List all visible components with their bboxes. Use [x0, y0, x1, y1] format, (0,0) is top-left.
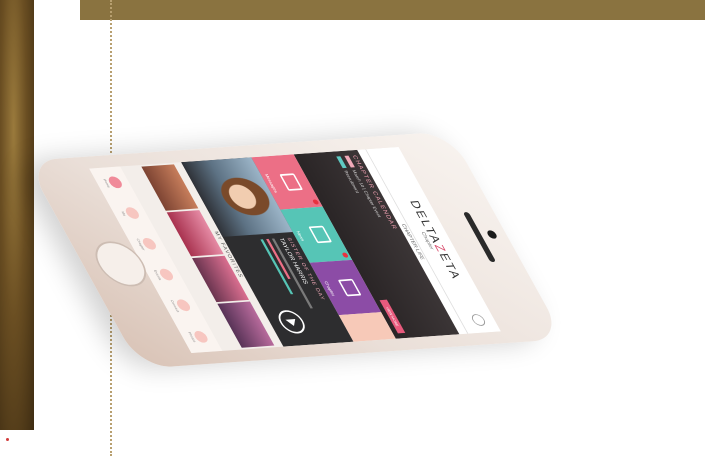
- folder-icon: [337, 278, 362, 297]
- notification-badge: [341, 252, 349, 258]
- phone-mockup: DELTAZETA Chapter CHAPTER LIFE CHAPTER C…: [25, 131, 565, 369]
- dock-item-home[interactable]: Home: [102, 176, 125, 189]
- dock-item-connect[interactable]: Connect: [170, 299, 193, 312]
- settings-icon[interactable]: [469, 313, 488, 327]
- dock-item-events[interactable]: Events: [153, 268, 176, 281]
- dock-item-me[interactable]: Me: [119, 206, 142, 220]
- top-accent-bar: [80, 0, 705, 20]
- red-dot-marker: [6, 438, 9, 441]
- notification-badge: [312, 199, 320, 205]
- message-icon: [279, 173, 303, 191]
- dock-item-chapter[interactable]: Chapter: [136, 237, 159, 251]
- wood-texture-panel: [0, 0, 34, 430]
- newspaper-icon: [308, 225, 333, 244]
- dock-item-photos[interactable]: Photos: [187, 330, 210, 343]
